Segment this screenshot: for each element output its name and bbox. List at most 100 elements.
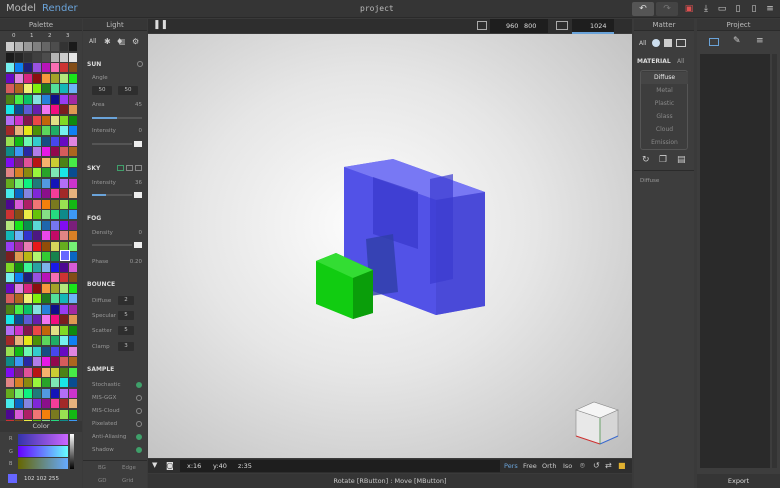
palette-swatch[interactable] [51,367,59,377]
palette-swatch[interactable] [33,357,41,366]
palette-swatch[interactable] [24,367,32,377]
render-viewport[interactable] [148,34,632,458]
palette-swatch[interactable] [51,283,59,293]
new-file-icon[interactable]: ▯ [733,3,743,15]
palette-swatch[interactable] [51,220,59,230]
palette-swatch[interactable] [33,136,41,146]
palette-swatch[interactable] [15,126,23,135]
palette-swatch[interactable] [51,315,59,324]
palette-swatch[interactable] [24,157,32,167]
palette-swatch[interactable] [33,325,41,335]
palette-swatch[interactable] [6,367,14,377]
palette-swatch[interactable] [33,42,41,51]
palette-swatch[interactable] [33,220,41,230]
palette-swatch[interactable] [69,126,77,135]
palette-swatch[interactable] [51,231,59,240]
palette-swatch[interactable] [6,399,14,408]
palette-swatch[interactable] [69,336,77,345]
palette-swatch[interactable] [6,378,14,387]
palette-swatch[interactable] [42,220,50,230]
palette-swatch[interactable] [33,231,41,240]
sun-color-swatch[interactable] [134,141,142,147]
palette-swatch[interactable] [33,126,41,135]
palette-swatch[interactable] [42,388,50,398]
palette-swatch[interactable] [42,199,50,209]
palette-swatch[interactable] [42,241,50,251]
palette-swatch[interactable] [51,304,59,314]
palette-swatch[interactable] [51,325,59,335]
palette-swatch[interactable] [60,105,68,114]
palette-swatch[interactable] [6,409,14,419]
palette-swatch[interactable] [69,378,77,387]
palette-swatch[interactable] [69,157,77,167]
palette-tab-1[interactable]: 1 [30,33,34,39]
palette-swatch[interactable] [15,115,23,125]
palette-swatch[interactable] [33,105,41,114]
palette-swatch[interactable] [15,94,23,104]
sync-icon[interactable]: ⇄ [605,461,612,470]
palette-swatch[interactable] [51,94,59,104]
palette-swatch[interactable] [15,168,23,177]
palette-swatch[interactable] [51,241,59,251]
palette-swatch[interactable] [33,73,41,83]
density-slider[interactable] [92,244,132,246]
palette-swatch[interactable] [69,252,77,261]
fog-color-swatch[interactable] [134,242,142,248]
palette-swatch[interactable] [69,220,77,230]
palette-swatch[interactable] [60,294,68,303]
palette-swatch[interactable] [60,262,68,272]
palette-swatch[interactable] [33,367,41,377]
settings-icon[interactable]: ≡ [765,3,775,15]
palette-swatch[interactable] [69,231,77,240]
palette-swatch[interactable] [24,409,32,419]
palette-swatch[interactable] [6,115,14,125]
sphere-icon[interactable] [652,39,660,47]
palette-swatch[interactable] [51,136,59,146]
mode-render-tab[interactable]: Render [42,3,78,14]
palette-swatch[interactable] [42,252,50,261]
palette-swatch[interactable] [51,210,59,219]
sun-toggle[interactable] [137,61,143,67]
sky-mode-icon-2[interactable] [126,165,133,171]
palette-swatch[interactable] [15,409,23,419]
palette-swatch[interactable] [24,84,32,93]
palette-swatch[interactable] [24,199,32,209]
palette-swatch[interactable] [33,388,41,398]
palette-swatch[interactable] [60,315,68,324]
palette-swatch[interactable] [60,73,68,83]
palette-swatch[interactable] [69,42,77,51]
mis-cloud-radio[interactable] [136,408,142,414]
palette-swatch[interactable] [15,178,23,188]
palette-swatch[interactable] [69,210,77,219]
width-input[interactable]: 960 [506,22,518,30]
palette-swatch[interactable] [42,136,50,146]
palette-swatch[interactable] [42,189,50,198]
palette-swatch[interactable] [24,336,32,345]
palette-swatch[interactable] [15,304,23,314]
palette-swatch[interactable] [15,294,23,303]
palette-swatch[interactable] [51,147,59,156]
palette-swatch[interactable] [60,231,68,240]
palette-swatch[interactable] [69,304,77,314]
project-file-list[interactable] [700,54,770,468]
palette-swatch[interactable] [24,241,32,251]
palette-swatch[interactable] [69,262,77,272]
palette-swatch[interactable] [42,126,50,135]
palette-swatch[interactable] [51,178,59,188]
palette-swatch[interactable] [24,136,32,146]
palette-swatch[interactable] [51,336,59,345]
palette-swatch[interactable] [33,52,41,62]
palette-swatch[interactable] [6,157,14,167]
palette-swatch[interactable] [6,63,14,72]
palette-swatch[interactable] [69,315,77,324]
palette-swatch[interactable] [42,42,50,51]
palette-swatch[interactable] [60,136,68,146]
palette-swatch[interactable] [15,63,23,72]
palette-swatch[interactable] [15,325,23,335]
palette-swatch[interactable] [51,63,59,72]
palette-swatch[interactable] [42,115,50,125]
palette-swatch[interactable] [6,94,14,104]
palette-swatch[interactable] [42,178,50,188]
palette-swatch[interactable] [6,199,14,209]
view-iso[interactable]: Iso [563,462,572,470]
